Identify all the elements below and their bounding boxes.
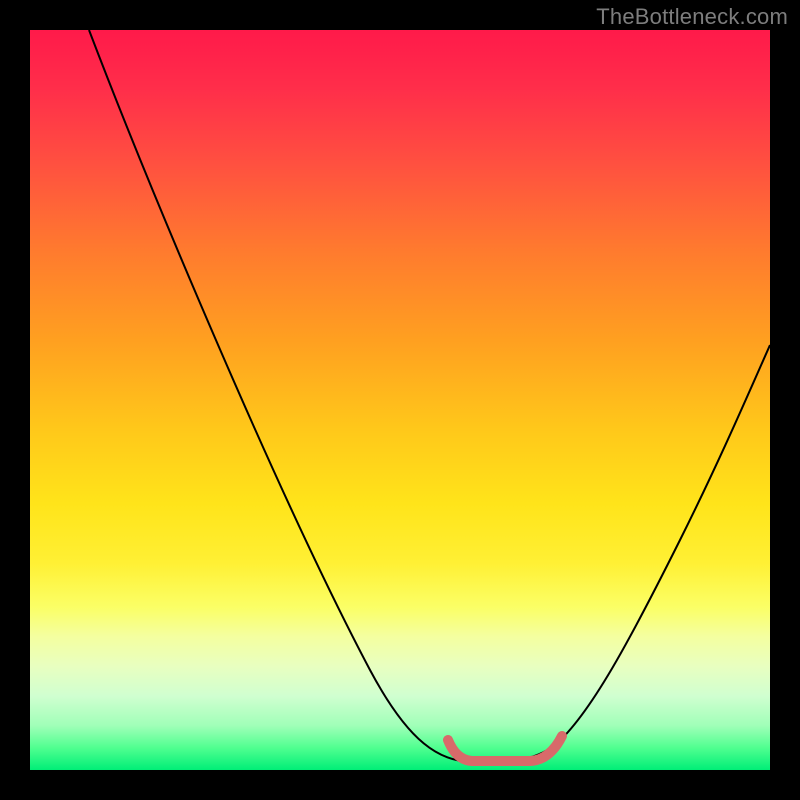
watermark-text: TheBottleneck.com <box>596 4 788 30</box>
bottleneck-curve-line <box>89 30 770 762</box>
plot-area <box>30 30 770 770</box>
optimal-band-marker <box>448 736 562 761</box>
curve-svg <box>30 30 770 770</box>
